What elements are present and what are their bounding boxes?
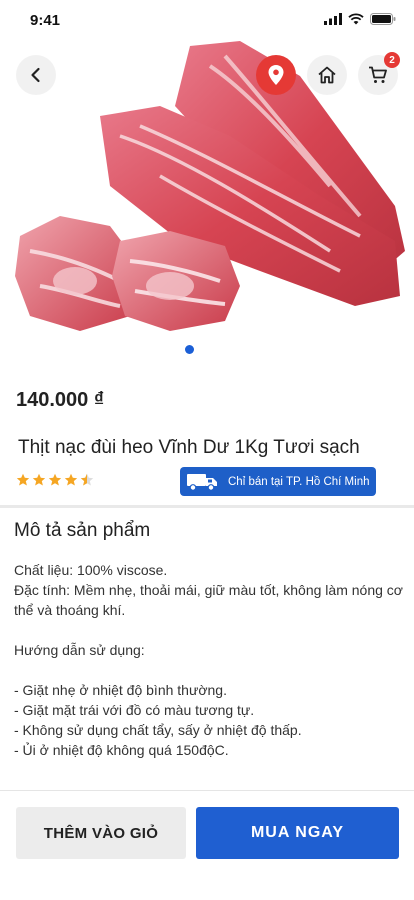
section-divider <box>0 505 414 508</box>
carousel-dot-active[interactable] <box>185 345 194 354</box>
cart-count-badge: 2 <box>384 52 400 68</box>
wifi-icon <box>348 13 364 25</box>
map-pin-icon <box>268 65 284 85</box>
description-body: Chất liệu: 100% viscose. Đặc tính: Mềm n… <box>14 560 404 760</box>
cart-icon <box>369 66 387 83</box>
bottom-action-bar: THÊM VÀO GIỎ MUA NGAY <box>0 790 414 900</box>
description-features: Đặc tính: Mềm nhẹ, thoải mái, giữ màu tố… <box>14 582 403 618</box>
product-image[interactable] <box>0 36 414 336</box>
usage-item: - Ủi ở nhiệt độ không quá 150độC. <box>14 742 229 758</box>
rating-stars <box>16 473 94 487</box>
star-icon <box>16 473 30 486</box>
product-price: 140.000 ₫ <box>16 389 105 411</box>
battery-icon <box>370 13 396 25</box>
buy-now-button[interactable]: MUA NGAY <box>196 807 399 859</box>
status-bar: 9:41 <box>0 0 414 40</box>
description-heading: Mô tả sản phẩm <box>14 520 151 541</box>
location-button[interactable] <box>256 55 296 95</box>
status-icons <box>324 13 396 25</box>
usage-item: - Giặt nhẹ ở nhiệt độ bình thường. <box>14 682 227 698</box>
delivery-note: Chỉ bán tại TP. Hồ Chí Minh <box>228 475 370 488</box>
home-button[interactable] <box>307 55 347 95</box>
star-half-icon <box>80 473 94 486</box>
delivery-badge: Chỉ bán tại TP. Hồ Chí Minh <box>180 467 376 496</box>
chevron-left-icon <box>31 67 40 83</box>
home-icon <box>318 66 336 84</box>
star-icon <box>64 473 78 486</box>
status-time: 9:41 <box>30 12 61 29</box>
usage-item: - Không sử dụng chất tẩy, sấy ở nhiệt độ… <box>14 722 302 738</box>
truck-icon <box>187 473 217 491</box>
product-title: Thịt nạc đùi heo Vĩnh Dư 1Kg Tươi sạch <box>18 437 360 458</box>
meat-illustration <box>15 41 405 331</box>
back-button[interactable] <box>16 55 56 95</box>
add-to-cart-button[interactable]: THÊM VÀO GIỎ <box>16 807 186 859</box>
signal-icon <box>324 13 342 25</box>
description-material: Chất liệu: 100% viscose. <box>14 562 168 578</box>
star-icon <box>32 473 46 486</box>
star-icon <box>48 473 62 486</box>
cart-button[interactable]: 2 <box>358 52 400 95</box>
usage-item: - Giặt mặt trái với đồ có màu tương tự. <box>14 702 255 718</box>
usage-heading: Hướng dẫn sử dụng: <box>14 642 145 658</box>
